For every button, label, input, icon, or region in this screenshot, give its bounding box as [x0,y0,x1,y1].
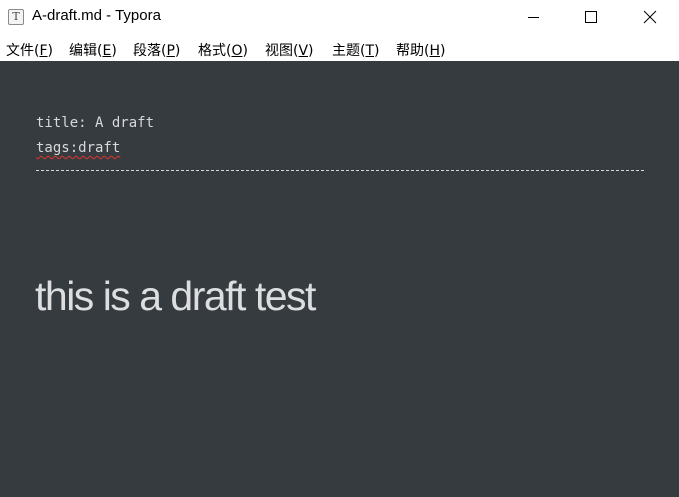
front-matter-tags-line[interactable]: tags:draft [36,140,120,156]
close-icon [643,10,657,24]
menu-bar: 文件(F) 编辑(E) 段落(P) 格式(O) 视图(V) 主题(T) 帮助(H… [0,36,679,61]
menu-paragraph[interactable]: 段落(P) [133,40,180,60]
maximize-button[interactable] [562,0,620,35]
menu-file[interactable]: 文件(F) [6,40,53,60]
typora-window: T A-draft.md - Typora 文件(F) 编辑(E) 段落(P) … [0,0,679,497]
front-matter-divider [36,170,644,171]
typora-app-icon[interactable]: T [8,9,24,25]
title-bar[interactable]: T A-draft.md - Typora [0,0,679,35]
menu-edit[interactable]: 编辑(E) [69,40,117,60]
front-matter-title-line[interactable]: title: A draft [36,115,154,131]
close-button[interactable] [621,0,679,35]
document-heading[interactable]: this is a draft test [35,273,316,320]
editor-area[interactable]: title: A draft tags:draft this is a draf… [0,61,679,497]
menu-format[interactable]: 格式(O) [198,40,248,60]
menu-help[interactable]: 帮助(H) [396,40,445,60]
menu-theme[interactable]: 主题(T) [332,40,380,60]
minimize-button[interactable] [504,0,562,35]
menu-view[interactable]: 视图(V) [265,40,314,60]
maximize-icon [585,11,597,23]
minimize-icon [528,17,539,18]
window-title: A-draft.md - Typora [32,7,161,24]
